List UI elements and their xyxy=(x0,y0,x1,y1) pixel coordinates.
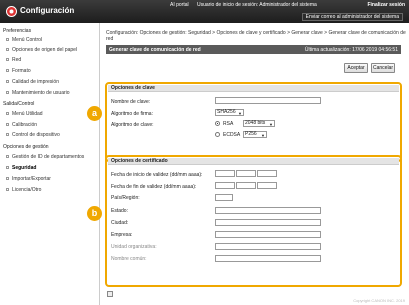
sidebar: Preferencias Menú Control Opciones de or… xyxy=(0,23,100,305)
portal-link[interactable]: AI portal xyxy=(170,2,189,8)
city-label: Ciudad: xyxy=(111,220,129,226)
callout-badge-b: b xyxy=(87,206,102,221)
app-title: Configuración xyxy=(20,6,75,15)
end-day-input[interactable] xyxy=(215,182,235,189)
bullet-icon xyxy=(6,177,9,181)
sidebar-item-paper-source[interactable]: Opciones de origen del papel xyxy=(6,47,77,53)
page-title: Generar clave de comunicación de red xyxy=(109,47,201,53)
page-header: Generar clave de comunicación de red Últ… xyxy=(106,45,401,54)
bullet-icon xyxy=(6,91,9,95)
ecdsa-radio[interactable] xyxy=(215,132,220,137)
sidebar-item-calibration[interactable]: Calibración xyxy=(6,122,37,128)
common-name-input[interactable] xyxy=(215,255,321,262)
certificate-options-section: Opciones de certificado Fecha de inicio … xyxy=(105,155,402,287)
key-name-input[interactable] xyxy=(215,97,321,104)
bullet-icon xyxy=(6,133,9,137)
signature-algorithm-label: Algoritmo de firma: xyxy=(111,111,153,117)
breadcrumb: Configuración: Opciones de gestión: Segu… xyxy=(106,30,406,42)
signature-algorithm-select[interactable]: SHA256 ▼ xyxy=(215,109,244,116)
ecdsa-label: ECDSA xyxy=(223,132,241,138)
ecdsa-curve-select[interactable]: P256 ▼ xyxy=(243,131,267,138)
common-name-label: Nombre común: xyxy=(111,256,147,262)
country-input[interactable] xyxy=(215,194,233,201)
chevron-down-icon: ▼ xyxy=(238,111,242,116)
start-month-input[interactable] xyxy=(236,170,256,177)
sidebar-item-user-maintenance[interactable]: Mantenimiento de usuario xyxy=(6,90,70,96)
top-bar: Configuración AI portal Usuario de inici… xyxy=(0,0,409,23)
chevron-down-icon: ▼ xyxy=(269,122,273,127)
org-unit-label: Unidad organizativa: xyxy=(111,244,157,250)
state-label: Estado: xyxy=(111,208,128,214)
callout-badge-a: a xyxy=(87,106,102,121)
bullet-icon xyxy=(6,69,9,73)
state-input[interactable] xyxy=(215,207,321,214)
key-options-heading: Opciones de clave xyxy=(108,85,399,92)
rsa-label: RSA xyxy=(223,121,234,127)
sidebar-item-format[interactable]: Formato xyxy=(6,68,31,74)
sidebar-item-print-quality[interactable]: Calidad de impresión xyxy=(6,79,59,85)
start-day-input[interactable] xyxy=(215,170,235,177)
sidebar-section-title: Opciones de gestión xyxy=(3,144,49,150)
sidebar-item-dept-id[interactable]: Gestión de ID de departamentos xyxy=(6,154,84,160)
bullet-icon xyxy=(6,155,9,159)
key-algorithm-label: Algoritmo de clave: xyxy=(111,122,154,128)
sidebar-item-utility-menu[interactable]: Menú Utilidad xyxy=(6,111,43,117)
rsa-radio[interactable] xyxy=(215,121,220,126)
bullet-icon xyxy=(6,188,9,192)
bullet-icon xyxy=(6,166,9,170)
mail-admin-button[interactable]: Enviar correo al administrador del siste… xyxy=(301,13,403,21)
sidebar-item-device-control[interactable]: Control de dispositivo xyxy=(6,132,60,138)
page-top-icon[interactable] xyxy=(107,291,113,297)
cancel-button[interactable]: Cancelar xyxy=(371,63,395,73)
end-month-input[interactable] xyxy=(236,182,256,189)
sidebar-item-import-export[interactable]: Importar/Exportar xyxy=(6,176,51,182)
org-unit-input[interactable] xyxy=(215,243,321,250)
company-label: Empresa: xyxy=(111,232,133,238)
sidebar-item-license[interactable]: Licencia/Otro xyxy=(6,187,41,193)
session-info: Usuario de inicio de sesión: Administrad… xyxy=(197,2,317,8)
end-year-input[interactable] xyxy=(257,182,277,189)
main-content: Configuración: Opciones de gestión: Segu… xyxy=(101,23,409,305)
key-options-section: Opciones de clave Nombre de clave: Algor… xyxy=(105,82,402,162)
country-label: País/Región: xyxy=(111,195,140,201)
bullet-icon xyxy=(6,123,9,127)
bullet-icon xyxy=(6,112,9,116)
last-update: Última actualización: 17/06 2019 04:56:5… xyxy=(304,47,398,53)
logout-button[interactable]: Finalizar sesión xyxy=(367,2,405,8)
end-date-label: Fecha de fin de validez (dd/mm aaaa): xyxy=(111,184,197,190)
bullet-icon xyxy=(6,80,9,84)
bullet-icon xyxy=(6,48,9,52)
key-name-label: Nombre de clave: xyxy=(111,99,151,105)
copyright: Copyright CANON INC. 2019 xyxy=(353,298,405,303)
sidebar-item-menu-control[interactable]: Menú Control xyxy=(6,37,42,43)
bullet-icon xyxy=(6,58,9,62)
sidebar-item-security[interactable]: Seguridad xyxy=(6,165,36,171)
bullet-icon xyxy=(6,38,9,42)
app-logo-icon xyxy=(6,6,17,17)
start-year-input[interactable] xyxy=(257,170,277,177)
sidebar-section-title: Salida/Control xyxy=(3,101,35,107)
start-date-label: Fecha de inicio de validez (dd/mm aaaa): xyxy=(111,172,203,178)
certificate-options-heading: Opciones de certificado xyxy=(108,158,399,165)
sidebar-section-title: Preferencias xyxy=(3,28,32,34)
sidebar-item-network[interactable]: Red xyxy=(6,57,21,63)
company-input[interactable] xyxy=(215,231,321,238)
chevron-down-icon: ▼ xyxy=(261,133,265,138)
accept-button[interactable]: Aceptar xyxy=(344,63,368,73)
city-input[interactable] xyxy=(215,219,321,226)
rsa-bits-select[interactable]: 2048 bits ▼ xyxy=(243,120,275,127)
